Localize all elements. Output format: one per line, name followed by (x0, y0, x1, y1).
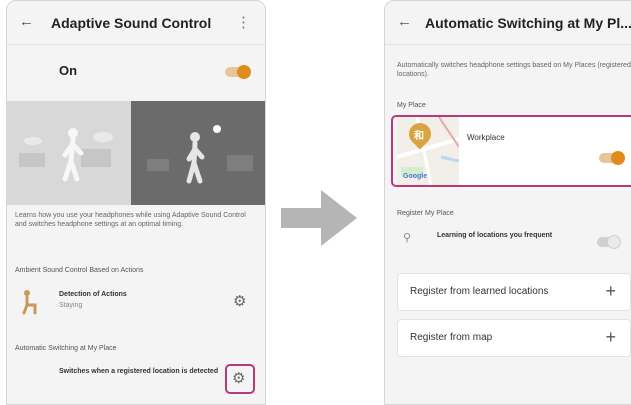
illustration-walking-light (7, 101, 131, 205)
app-bar: ← Automatic Switching at My Pl... (385, 1, 631, 45)
detection-title: Detection of Actions (59, 291, 127, 298)
app-bar: ← Adaptive Sound Control ⋮ (7, 1, 265, 45)
plus-icon: + (605, 281, 616, 301)
learning-toggle[interactable] (597, 235, 621, 249)
my-place-section-heading: My Place (397, 102, 426, 109)
page-title: Adaptive Sound Control (51, 15, 212, 31)
illustration-walking-dark (131, 101, 265, 205)
ambient-section-heading: Ambient Sound Control Based on Actions (15, 267, 144, 274)
back-arrow-icon[interactable]: ← (19, 13, 34, 30)
detection-settings-gear-icon[interactable]: ⚙ (233, 292, 246, 310)
back-arrow-icon[interactable]: ← (397, 13, 412, 30)
description-text: Automatically switches headphone setting… (397, 62, 631, 78)
register-learned-row[interactable]: Register from learned locations + (397, 273, 631, 311)
auto-switch-text: Switches when a registered location is d… (59, 368, 219, 375)
learning-label: Learning of locations you frequent (437, 232, 553, 239)
auto-switch-settings-gear-icon[interactable]: ⚙ (232, 369, 245, 387)
toggle-knob (607, 235, 621, 249)
register-map-label: Register from map (410, 332, 493, 343)
transition-arrow-icon (281, 190, 357, 246)
register-learned-label: Register from learned locations (410, 286, 549, 297)
on-row: On (7, 45, 265, 99)
on-label: On (59, 63, 78, 78)
more-menu-icon[interactable]: ⋮ (236, 13, 251, 31)
auto-switch-section-heading: Automatic Switching at My Place (15, 345, 117, 352)
person-sitting-icon (22, 290, 37, 315)
plus-icon: + (605, 327, 616, 347)
highlight-workplace (391, 115, 631, 187)
adaptive-sound-toggle[interactable] (225, 65, 251, 79)
screen-automatic-switching: ← Automatic Switching at My Pl... Automa… (384, 0, 631, 405)
page-title: Automatic Switching at My Pl... (425, 15, 631, 31)
activity-illustration (7, 101, 265, 205)
location-pin-icon: ⚲ (403, 232, 412, 244)
toggle-knob (237, 65, 251, 79)
register-map-row[interactable]: Register from map + (397, 319, 631, 357)
detection-status: Staying (59, 302, 83, 309)
screen-adaptive-sound-control: ← Adaptive Sound Control ⋮ On Learns how… (6, 0, 266, 405)
register-section-heading: Register My Place (397, 210, 454, 217)
description-text: Learns how you use your headphones while… (15, 212, 246, 228)
